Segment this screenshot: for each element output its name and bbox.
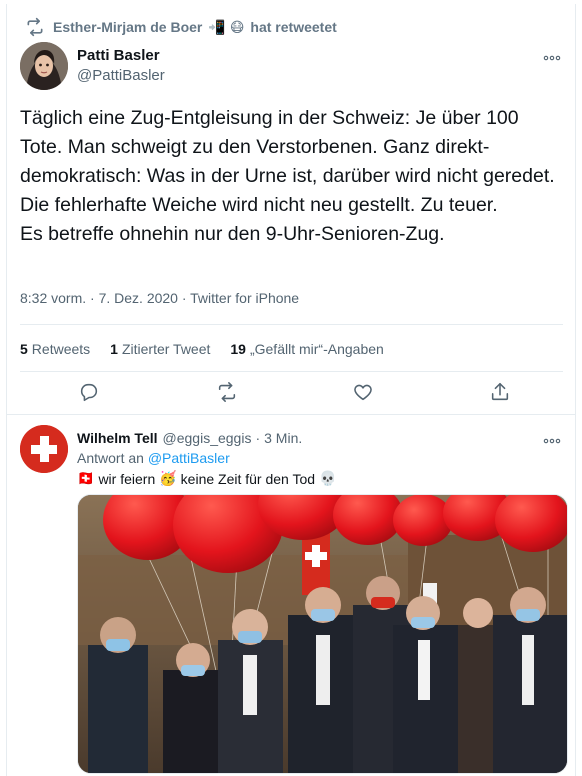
tweet-text-line: Die fehlerhafte Weiche wird nicht neu ge… [20, 194, 498, 216]
phone-emoji: 📲 [208, 18, 226, 35]
tweet-text-line: Täglich eine Zug-Entgleisung in der Schw… [20, 107, 555, 187]
tweet-text-line: Es betreffe ohnehin nur den 9-Uhr-Senior… [20, 223, 445, 245]
divider [20, 371, 563, 372]
tweet-timestamp[interactable]: 8:32 vorm. · 7. Dez. 2020 · Twitter for … [20, 290, 299, 306]
heart-icon[interactable] [352, 381, 374, 403]
quotes-count: 1 [110, 341, 118, 357]
reply-author-name[interactable]: Wilhelm Tell [77, 430, 158, 446]
tweet-stats: 5 Retweets 1 Zitierter Tweet 19 „Gefällt… [20, 337, 404, 361]
reply-to-line: Antwort an @PattiBasler [77, 450, 230, 466]
avatar[interactable] [20, 42, 68, 90]
reply-to-handle-link[interactable]: @PattiBasler [148, 450, 230, 466]
timeline-frame: Esther-Mirjam de Boer 📲 😷 hat retweetet … [6, 4, 576, 776]
reply-to-prefix: Antwort an [77, 450, 144, 466]
retweeter-name[interactable]: Esther-Mirjam de Boer [53, 19, 202, 35]
retweet-icon[interactable] [216, 381, 238, 403]
reply-icon[interactable] [78, 381, 100, 403]
avatar[interactable] [20, 425, 68, 473]
retweet-action-label: hat retweetet [250, 19, 337, 35]
skull-emoji: 💀 [319, 470, 337, 486]
retweet-icon [27, 17, 43, 37]
tweet-text: Täglich eine Zug-Entgleisung in der Schw… [20, 104, 565, 249]
author-name[interactable]: Patti Basler [77, 47, 160, 64]
likes-count: 19 [230, 341, 246, 357]
tweet-actions [20, 378, 565, 412]
reply-text: 🇨🇭 wir feiern 🥳 keine Zeit für den Tod 💀 [77, 470, 337, 487]
reply-author[interactable]: Wilhelm Tell @eggis_eggis · 3 Min. [77, 430, 302, 446]
quotes-stat[interactable]: 1 Zitierter Tweet [110, 341, 210, 357]
media-photo[interactable] [77, 494, 568, 774]
likes-label: „Gefällt mir“-Angaben [249, 341, 384, 357]
author-avatar-image [20, 42, 68, 90]
likes-stat[interactable]: 19 „Gefällt mir“-Angaben [230, 341, 383, 357]
party-emoji: 🥳 [159, 470, 177, 486]
divider [20, 324, 563, 325]
retweet-header[interactable]: Esther-Mirjam de Boer 📲 😷 hat retweetet [25, 16, 337, 38]
mask-emoji: 😷 [229, 18, 245, 35]
reply-time[interactable]: 3 Min. [264, 430, 302, 446]
reply-text-part1: wir feiern [98, 470, 156, 487]
reply-author-handle[interactable]: @eggis_eggis [163, 430, 252, 446]
quotes-label: Zitierter Tweet [121, 341, 211, 357]
author-handle[interactable]: @PattiBasler [77, 67, 165, 84]
retweets-count: 5 [20, 341, 28, 357]
retweets-label: Retweets [31, 341, 91, 357]
more-icon[interactable] [541, 50, 563, 64]
swiss-flag-emoji: 🇨🇭 [77, 470, 95, 486]
retweets-stat[interactable]: 5 Retweets [20, 341, 90, 357]
swiss-flag-avatar-image [20, 425, 68, 473]
divider [7, 414, 575, 415]
parliament-balloons-photo [78, 495, 567, 773]
reply-text-part2: keine Zeit für den Tod [180, 470, 316, 487]
separator: · [255, 430, 261, 446]
more-icon[interactable] [541, 433, 563, 447]
share-icon[interactable] [489, 381, 511, 403]
